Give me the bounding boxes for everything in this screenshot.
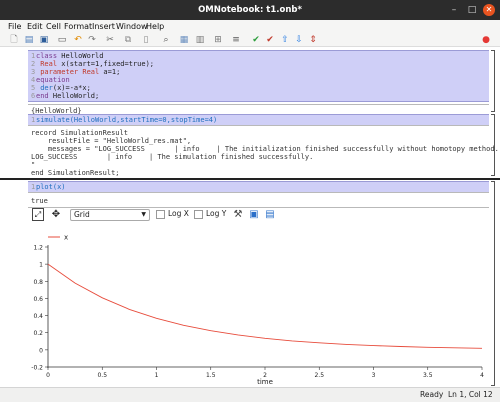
x-tick-label: 4 — [480, 372, 484, 379]
cell-bracket[interactable] — [491, 181, 495, 386]
menu-insert[interactable]: Insert — [92, 20, 115, 33]
search-icon[interactable]: ⌕ — [160, 35, 172, 45]
open-folder-icon[interactable]: ▤ — [23, 35, 35, 45]
x-tick-label: 3 — [372, 372, 376, 379]
main-toolbar: 🗋 ▤ ▣ ▭ ↶ ↷ ✂ ⧉ ▯ ⌕ ▦ ▥ ⊞ ≡ ✔ ✔ ⇧ ⇩ ⇕ ● — [0, 33, 500, 47]
x-tick-label: 0 — [46, 372, 50, 379]
delete-cell-icon[interactable]: ⇕ — [307, 35, 319, 45]
y-tick-label: 0 — [39, 347, 43, 354]
logy-label: Log Y — [206, 209, 227, 218]
plot-output: true — [28, 196, 489, 206]
series-line-x — [47, 263, 483, 349]
new-file-icon[interactable]: 🗋 — [8, 35, 20, 45]
print-plot-icon[interactable]: ▤ — [264, 208, 276, 221]
move-up-icon[interactable]: ⇧ — [279, 35, 291, 45]
move-down-icon[interactable]: ⇩ — [293, 35, 305, 45]
simulate-output-cell: record SimulationResult resultFile = "He… — [28, 128, 499, 178]
status-state: Ready — [420, 390, 444, 399]
grid-select-value: Grid — [74, 210, 90, 219]
eval-all-icon[interactable]: ✔ — [264, 35, 276, 45]
plot-chart: -0.200.20.40.60.811.20 0.5 1 1.5 2 2.5 3 3.5 4ti… — [31, 234, 484, 387]
cell-separator — [28, 104, 489, 105]
code-line: 3 parameter Real a=1; — [31, 68, 121, 76]
menu-format[interactable]: Format — [64, 20, 92, 33]
code-line: 2 Real x(start=1,fixed=true); — [31, 60, 155, 68]
menu-bar: File Edit Cell Format Insert Window Help — [0, 20, 500, 33]
code-line: 5 der(x)=-a*x; — [31, 84, 91, 92]
save-icon[interactable]: ▣ — [38, 35, 50, 45]
save-plot-icon[interactable]: ▣ — [248, 208, 260, 221]
window-title: OMNotebook: t1.onb* — [198, 5, 302, 15]
x-tick-label: 1.5 — [206, 372, 216, 379]
minimize-button[interactable]: – — [448, 4, 460, 16]
title-bar: OMNotebook: t1.onb* – □ ✕ — [0, 0, 500, 20]
menu-file[interactable]: File — [8, 20, 21, 33]
plot-output-cell: true — [28, 196, 489, 206]
fit-view-icon[interactable]: ⤢ — [32, 208, 44, 221]
menu-cell[interactable]: Cell — [46, 20, 61, 33]
focus-divider — [0, 178, 500, 180]
status-position: Ln 1, Col 12 — [448, 390, 493, 399]
chevron-down-icon: ▼ — [141, 211, 146, 218]
x-axis-label: time — [257, 378, 273, 384]
plot-toolbar: ⤢ ✥ Grid ▼ Log X Log Y ⚒ ▣ ▤ — [28, 207, 489, 223]
redo-icon[interactable]: ↷ — [86, 35, 98, 45]
x-tick-label: 2.5 — [314, 372, 324, 379]
x-tick-label: 0.5 — [97, 372, 107, 379]
logy-checkbox[interactable] — [194, 210, 203, 219]
y-tick-label: 1 — [39, 262, 43, 269]
copy-icon[interactable]: ⧉ — [122, 35, 134, 45]
y-tick-label: 0.8 — [33, 279, 43, 286]
cell-separator — [28, 192, 489, 193]
model-input-cell[interactable]: 1class HelloWorld 2 Real x(start=1,fixed… — [28, 50, 489, 102]
print-icon[interactable]: ▭ — [56, 35, 68, 45]
plot-area[interactable]: -0.2 0 0.2 0.4 0.6 0.8 1 1.2 0 0.5 1 1.5 2 2.5 3 3.5 4 ti… — [28, 224, 489, 387]
zoom-icon[interactable]: ✥ — [50, 208, 62, 221]
group-cell-icon[interactable]: ▥ — [194, 35, 206, 45]
y-tick-label: 0.4 — [33, 313, 43, 320]
menu-window[interactable]: Window — [116, 20, 148, 33]
code-line: 6end HelloWorld; — [31, 92, 100, 100]
logx-checkbox[interactable] — [156, 210, 165, 219]
cell-separator — [28, 125, 489, 126]
logx-label: Log X — [168, 209, 189, 218]
y-tick-label: 0.2 — [33, 330, 43, 337]
paste-icon[interactable]: ▯ — [140, 35, 152, 45]
stop-icon[interactable]: ● — [480, 35, 492, 45]
code-line: 4equation — [31, 76, 70, 84]
model-code: 1class HelloWorld 2 Real x(start=1,fixed… — [28, 50, 489, 102]
maximize-button[interactable]: □ — [466, 4, 478, 16]
status-bar: Ready Ln 1, Col 12 — [0, 387, 500, 402]
eval-check-icon[interactable]: ✔ — [250, 35, 262, 45]
undo-icon[interactable]: ↶ — [72, 35, 84, 45]
y-tick-label: -0.2 — [31, 365, 43, 372]
cut-icon[interactable]: ✂ — [104, 35, 116, 45]
code-line: 1class HelloWorld — [31, 52, 104, 60]
align-icon[interactable]: ≡ — [230, 35, 242, 45]
replace-icon[interactable]: ▦ — [178, 35, 190, 45]
menu-edit[interactable]: Edit — [27, 20, 43, 33]
insert-cell-icon[interactable]: ⊞ — [212, 35, 224, 45]
close-button[interactable]: ✕ — [483, 4, 495, 16]
legend-label-x: x — [64, 234, 68, 242]
x-tick-label: 3.5 — [423, 372, 433, 379]
x-tick-label: 1 — [155, 372, 159, 379]
simulate-output: record SimulationResult resultFile = "He… — [28, 128, 499, 178]
menu-help[interactable]: Help — [146, 20, 164, 33]
y-tick-label: 0.6 — [33, 296, 43, 303]
y-tick-label: 1.2 — [33, 245, 43, 252]
settings-wrench-icon[interactable]: ⚒ — [232, 208, 244, 221]
cell-bracket[interactable] — [491, 50, 495, 112]
grid-select[interactable]: Grid ▼ — [70, 209, 150, 221]
